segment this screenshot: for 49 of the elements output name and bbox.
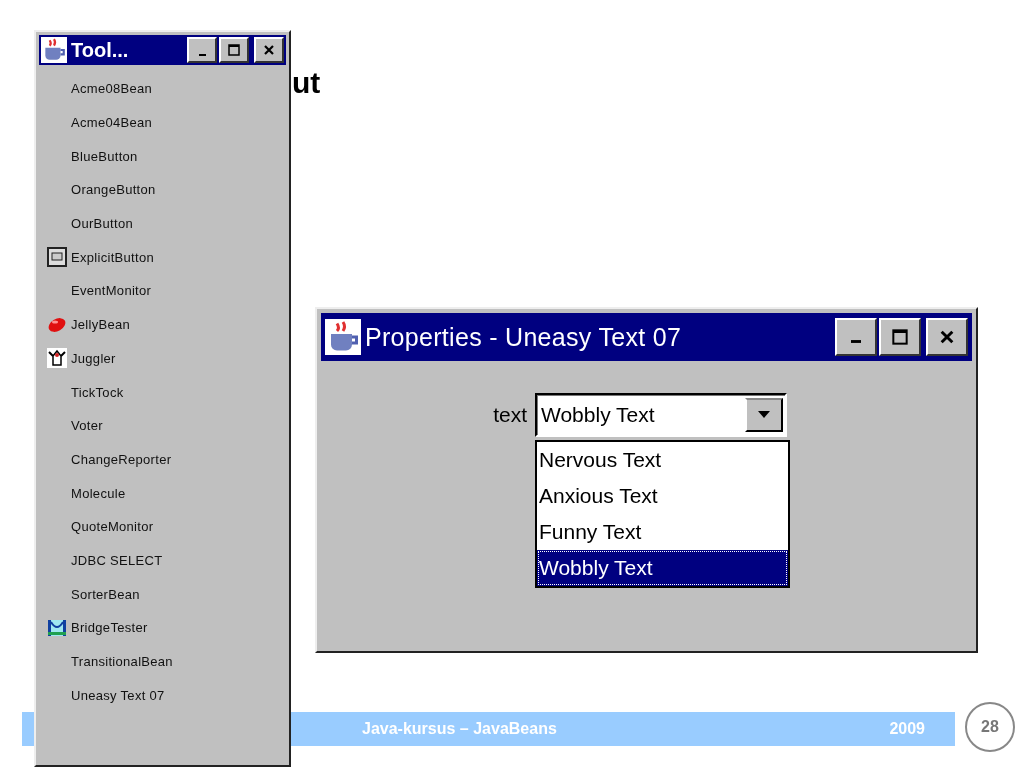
- text-dropdown[interactable]: Wobbly Text: [535, 393, 787, 437]
- maximize-icon: [228, 44, 240, 56]
- minimize-button[interactable]: [187, 37, 217, 63]
- page-number: 28: [965, 702, 1015, 752]
- bean-list-item[interactable]: Uneasy Text 07: [71, 687, 165, 703]
- bean-list-item[interactable]: Acme08Bean: [71, 81, 153, 97]
- bean-list-item[interactable]: Molecule: [71, 485, 126, 501]
- close-icon: [939, 329, 955, 345]
- bean-list-item[interactable]: TransitionalBean: [71, 654, 173, 670]
- window-title: Tool...: [71, 38, 129, 62]
- bean-list-item[interactable]: BlueButton: [71, 148, 138, 164]
- maximize-button[interactable]: [879, 318, 921, 356]
- bean-list-item[interactable]: Acme04Bean: [71, 115, 153, 131]
- bean-list-item[interactable]: JellyBean: [71, 317, 131, 333]
- dropdown-option[interactable]: Wobbly Text: [537, 550, 788, 586]
- footer-year: 2009: [889, 720, 925, 738]
- close-button[interactable]: [254, 37, 284, 63]
- framed-button-icon: [47, 247, 67, 268]
- cup-icon: [325, 319, 361, 355]
- footer-course: Java-kursus – JavaBeans: [362, 720, 557, 738]
- maximize-icon: [892, 329, 908, 345]
- minimize-icon: [851, 340, 861, 343]
- bridge-icon: [47, 617, 67, 638]
- bean-list-item[interactable]: OrangeButton: [71, 182, 156, 198]
- minimize-button[interactable]: [835, 318, 877, 356]
- juggler-icon: [47, 348, 67, 369]
- bean-list-item[interactable]: JDBC SELECT: [71, 552, 163, 568]
- property-label: text: [492, 402, 527, 428]
- dropdown-option[interactable]: Anxious Text: [537, 478, 788, 514]
- close-button[interactable]: [926, 318, 968, 356]
- maximize-button[interactable]: [219, 37, 249, 63]
- bean-list-item[interactable]: QuoteMonitor: [71, 519, 154, 535]
- bean-list-item[interactable]: Voter: [71, 418, 103, 434]
- bean-list-item[interactable]: OurButton: [71, 216, 133, 232]
- dropdown-option[interactable]: Funny Text: [537, 514, 788, 550]
- close-icon: [263, 44, 275, 56]
- window-title: Properties - Uneasy Text 07: [365, 322, 682, 352]
- bean-list-item[interactable]: ExplicitButton: [71, 249, 154, 265]
- bean-list-item[interactable]: SorterBean: [71, 586, 140, 602]
- dropdown-option[interactable]: Nervous Text: [537, 442, 788, 478]
- bean-list-item[interactable]: BridgeTester: [71, 620, 148, 636]
- bean-list-item[interactable]: Juggler: [71, 350, 116, 366]
- minimize-icon: [198, 53, 206, 56]
- cup-icon: [41, 37, 67, 63]
- bean-list-item[interactable]: ChangeReporter: [71, 451, 172, 467]
- bean-list-item[interactable]: TickTock: [71, 384, 124, 400]
- slide-title: ut: [292, 66, 321, 100]
- bean-list-item[interactable]: EventMonitor: [71, 283, 152, 299]
- caret-icon: [745, 398, 783, 432]
